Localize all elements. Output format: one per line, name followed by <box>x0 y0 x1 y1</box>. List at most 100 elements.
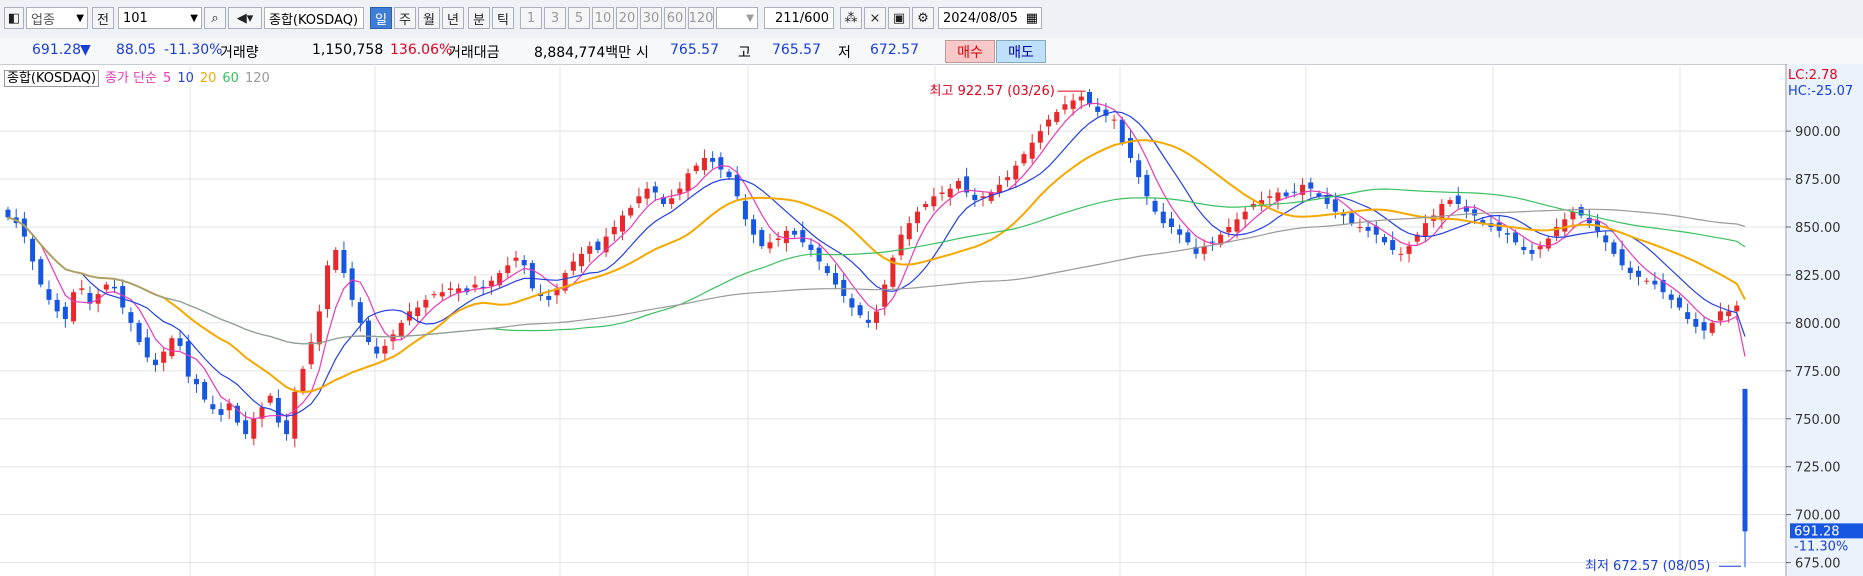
candle-body <box>1726 311 1732 316</box>
crosshair-icon[interactable]: ⨯ <box>864 7 886 29</box>
minute-unit-3[interactable]: 3 <box>544 7 566 29</box>
volume-ratio: 136.06% <box>390 42 453 58</box>
candle-body <box>71 292 77 322</box>
candle-body <box>152 359 158 366</box>
candle-body <box>112 286 118 289</box>
candle-body <box>652 186 658 193</box>
speaker-icon[interactable]: ◀▾ <box>228 7 262 29</box>
candle-body <box>734 174 740 197</box>
gear-icon[interactable]: ⚙ <box>912 7 934 29</box>
period-year-tab[interactable]: 년 <box>442 7 464 29</box>
candle-body <box>505 265 511 274</box>
buy-button[interactable]: 매수 <box>945 40 995 63</box>
candle-body <box>333 250 339 270</box>
chevron-down-icon: ▼ <box>746 12 754 24</box>
candle-body <box>1209 241 1215 243</box>
legend-ma10: 10 <box>177 71 194 86</box>
legend-ma60: 60 <box>222 71 239 86</box>
index-name-field[interactable]: 종합(KOSDAQ) <box>264 7 364 29</box>
minute-unit-10[interactable]: 10 <box>592 7 614 29</box>
minute-unit-label: 60 <box>666 10 684 26</box>
volume-value: 1,150,758 <box>312 42 384 58</box>
candle-body <box>128 312 134 323</box>
candle-body <box>374 346 380 354</box>
candle-body <box>923 203 929 208</box>
legend-ma5: 5 <box>163 71 172 86</box>
period-minute-label: 분 <box>473 12 485 28</box>
period-month-tab[interactable]: 월 <box>418 7 440 29</box>
candle-body <box>1349 213 1355 224</box>
custom-unit-select[interactable]: ▼ <box>716 7 758 29</box>
y-tick-label: 900.00 <box>1795 125 1841 140</box>
sell-label: 매도 <box>1008 44 1034 61</box>
candle-body <box>1734 305 1740 312</box>
candle-body <box>79 288 85 290</box>
period-week-label: 주 <box>399 12 411 28</box>
candle-body <box>267 395 273 403</box>
period-tick-tab[interactable]: 틱 <box>492 7 514 29</box>
candle-body <box>30 238 36 262</box>
candle-body <box>1545 238 1551 249</box>
candle-body <box>726 171 732 178</box>
candle-body <box>1668 294 1674 300</box>
candle-body <box>398 322 404 337</box>
minute-unit-120[interactable]: 120 <box>688 7 714 29</box>
candle-body <box>1119 119 1125 143</box>
open-label: 시 <box>636 45 649 61</box>
period-minute-tab[interactable]: 분 <box>468 7 490 29</box>
candle-body <box>882 284 888 307</box>
candle-body <box>996 184 1002 193</box>
candle-body <box>1242 211 1248 220</box>
candle-body <box>103 284 109 290</box>
minute-unit-60[interactable]: 60 <box>664 7 686 29</box>
candle-body <box>1619 249 1625 266</box>
candle-body <box>210 404 216 410</box>
lc-label: LC:2.78 <box>1788 68 1838 83</box>
candle-body <box>1177 229 1183 235</box>
price-chart[interactable]: 900.00 875.00 850.00 825.00 800.00 775.00 750.… <box>0 64 1863 576</box>
candle-body <box>144 337 150 358</box>
candle-body <box>1644 280 1650 282</box>
candle-body <box>1013 165 1019 180</box>
candle-body <box>693 165 699 172</box>
candle-body <box>1717 311 1723 321</box>
count-total: /600 <box>799 10 829 26</box>
candle-body <box>1406 246 1412 254</box>
candle-body <box>833 273 839 285</box>
indicator-icon[interactable]: ⁂ <box>840 7 862 29</box>
candle-body <box>906 223 912 240</box>
search-icon[interactable]: ⌕ <box>204 7 226 29</box>
period-week-tab[interactable]: 주 <box>394 7 416 29</box>
candle-body <box>472 284 478 288</box>
legend-index-name[interactable]: 종합(KOSDAQ) <box>4 70 100 87</box>
candle-body <box>1136 160 1142 178</box>
candle-body <box>939 192 945 195</box>
y-tick-label: 775.00 <box>1795 365 1841 380</box>
minute-unit-30[interactable]: 30 <box>640 7 662 29</box>
y-tick-label: 725.00 <box>1795 461 1841 476</box>
code-input[interactable]: 101 ▼ <box>118 7 202 29</box>
candle-body <box>1529 250 1535 254</box>
market-select-value: 업종 <box>31 12 55 28</box>
sell-button[interactable]: 매도 <box>996 40 1046 63</box>
candle-body <box>177 338 183 346</box>
hc-label: HC:-25.07 <box>1788 84 1853 99</box>
high-label: 고 <box>738 45 751 61</box>
candle-body <box>1504 233 1510 235</box>
chart-toolbar: ◧ 업종 ▼ 전 101 ▼ ⌕ ◀▾ 종합(KOSDAQ) 일 주 월 년 분 틱… <box>0 0 1863 39</box>
y-tick-label: 675.00 <box>1795 557 1841 572</box>
window-icon[interactable]: ◧ <box>4 7 24 29</box>
date-input[interactable]: 2024/08/05 ▦ <box>938 7 1042 29</box>
candle-body <box>587 246 593 254</box>
minute-unit-1[interactable]: 1 <box>520 7 542 29</box>
minute-unit-20[interactable]: 20 <box>616 7 638 29</box>
market-select[interactable]: 업종 ▼ <box>26 7 88 29</box>
amount-value: 8,884,774백만 <box>534 45 632 61</box>
range-button[interactable]: 전 <box>92 7 114 29</box>
period-day-tab[interactable]: 일 <box>370 7 392 29</box>
candle-body <box>423 299 429 308</box>
minute-unit-5[interactable]: 5 <box>568 7 590 29</box>
count-input[interactable]: 211/600 <box>764 7 834 29</box>
candle-body <box>1095 106 1101 112</box>
save-icon[interactable]: ▣ <box>888 7 910 29</box>
